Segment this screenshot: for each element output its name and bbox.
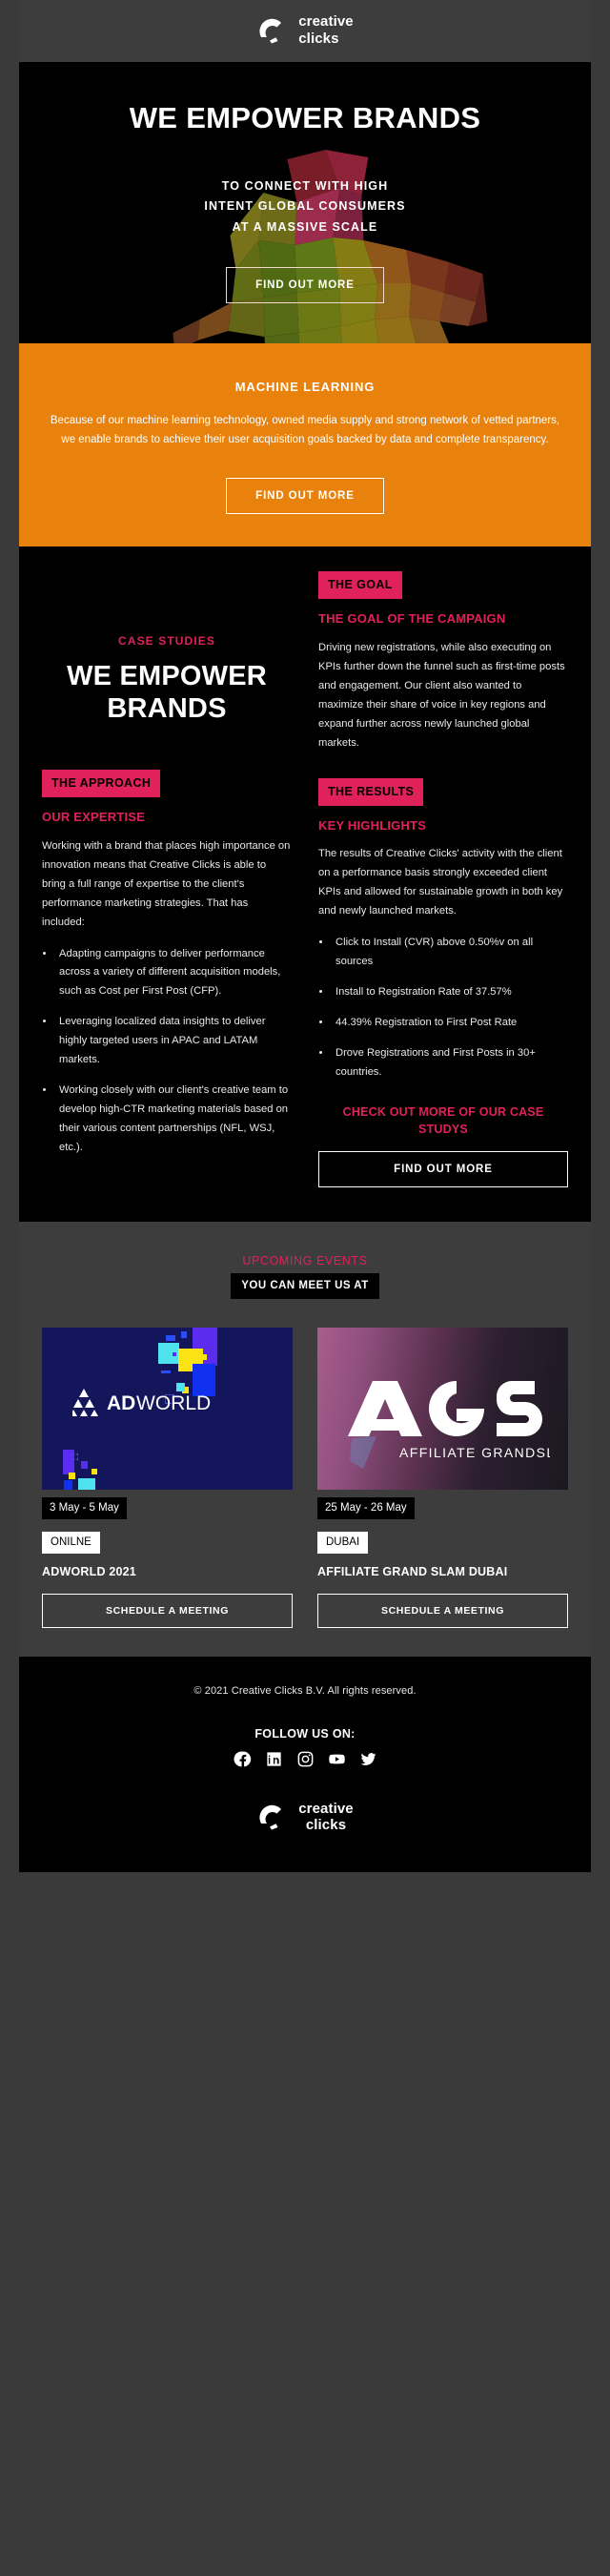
creative-clicks-arc-logo-icon [256, 1801, 289, 1833]
footer-copyright: © 2021 Creative Clicks B.V. All rights r… [193, 1684, 417, 1697]
twitter-icon[interactable] [359, 1750, 377, 1768]
brand-line1: creative [298, 13, 354, 30]
footer-logo-text: creative clicks [298, 1801, 354, 1834]
brand-line2: clicks [305, 1817, 347, 1834]
left-gap [42, 726, 292, 770]
event-title: AFFILIATE GRAND SLAM DUBAI [317, 1564, 508, 1578]
brand-line2: clicks [298, 30, 339, 47]
svg-text:AD: AD [107, 1392, 135, 1414]
goal-subtitle: THE GOAL OF THE CAMPAIGN [318, 611, 506, 627]
site-header: creative clicks [19, 0, 591, 63]
case-studies-left-column: CASE STUDIES WE EMPOWER BRANDS THE APPRO… [42, 571, 292, 1168]
case-studies-cta-wrap: FIND OUT MORE [318, 1138, 568, 1187]
left-column-spacer [42, 571, 292, 634]
approach-tag: THE APPROACH [42, 770, 161, 798]
event-title: ADWORLD 2021 [42, 1564, 136, 1578]
machine-learning-section: MACHINE LEARNING Because of our machine … [19, 343, 591, 547]
schedule-meeting-button-adworld[interactable]: SCHEDULE A MEETING [42, 1593, 293, 1628]
upcoming-events-section: UPCOMING EVENTS YOU CAN MEET US AT AD WO… [19, 1221, 591, 1657]
event-date-chip: 3 May - 5 May [42, 1496, 127, 1519]
adworld-banner-image: AD WORLD [42, 1327, 293, 1490]
events-kicker: UPCOMING EVENTS [242, 1253, 368, 1267]
list-item: Working closely with our client's creati… [55, 1082, 292, 1158]
hero-content: WE EMPOWER BRANDS TO CONNECT WITH HIGH I… [19, 100, 591, 304]
goal-tag: THE GOAL [318, 571, 402, 600]
list-item: 44.39% Registration to First Post Rate [332, 1014, 568, 1033]
hero-subtitle-line1: TO CONNECT WITH HIGH [221, 178, 389, 193]
list-item: Install to Registration Rate of 37.57% [332, 983, 568, 1002]
footer-logo[interactable]: creative clicks [38, 1801, 572, 1834]
youtube-icon[interactable] [328, 1750, 346, 1768]
goal-body: Driving new registrations, while also ex… [318, 641, 565, 749]
event-date-chip: 25 May - 26 May [317, 1496, 415, 1519]
hero-subtitle: TO CONNECT WITH HIGH INTENT GLOBAL CONSU… [19, 176, 591, 239]
event-location-chip: DUBAI [317, 1531, 369, 1554]
case-studies-heading: WE EMPOWER BRANDS [67, 661, 267, 725]
footer: © 2021 Creative Clicks B.V. All rights r… [19, 1656, 591, 1873]
case-studies-section: CASE STUDIES WE EMPOWER BRANDS THE APPRO… [19, 546, 591, 1222]
footer-follow-label: FOLLOW US ON: [254, 1726, 356, 1741]
svg-text:WORLD: WORLD [136, 1392, 211, 1414]
case-studies-grid: CASE STUDIES WE EMPOWER BRANDS THE APPRO… [42, 571, 568, 1187]
creative-clicks-arc-logo-icon [256, 14, 289, 47]
case-studies-kicker: CASE STUDIES [118, 634, 215, 649]
svg-text:AFFILIATE GRANDSLAM: AFFILIATE GRANDSLAM [399, 1445, 550, 1460]
events-cards: AD WORLD 3 May - 5 May ONILNE ADWORLD 20… [42, 1327, 568, 1628]
ags-banner-image: AFFILIATE GRANDSLAM [317, 1327, 568, 1490]
hero-subtitle-line2: INTENT GLOBAL CONSUMERS [204, 199, 406, 214]
brand-line1: creative [298, 1800, 354, 1817]
machine-learning-title: MACHINE LEARNING [234, 380, 376, 395]
event-card-adworld[interactable]: AD WORLD 3 May - 5 May ONILNE ADWORLD 20… [42, 1327, 293, 1628]
events-badge-wrap: YOU CAN MEET US AT [42, 1272, 568, 1299]
list-item: Click to Install (CVR) above 0.50%v on a… [332, 934, 568, 972]
hero-subtitle-line3: AT A MASSIVE SCALE [232, 220, 378, 235]
results-subtitle: KEY HIGHLIGHTS [318, 817, 427, 833]
email-frame: creative clicks WE EMPOWER BRANDS TO CON… [19, 0, 591, 1873]
list-item: Drove Registrations and First Posts in 3… [332, 1044, 568, 1082]
list-item: Adapting campaigns to deliver performanc… [55, 945, 292, 1002]
approach-bullets: Adapting campaigns to deliver performanc… [42, 945, 292, 1158]
machine-learning-find-out-more-button[interactable]: FIND OUT MORE [226, 478, 384, 515]
results-body: The results of Creative Clicks' activity… [318, 848, 563, 917]
hero-section: WE EMPOWER BRANDS TO CONNECT WITH HIGH I… [19, 62, 591, 344]
hero-title: WE EMPOWER BRANDS [129, 101, 481, 135]
event-location-chip: ONILNE [42, 1531, 100, 1554]
instagram-icon[interactable] [296, 1750, 315, 1768]
case-studies-right-column: THE GOAL THE GOAL OF THE CAMPAIGN Drivin… [318, 571, 568, 1187]
list-item: Leveraging localized data insights to de… [55, 1013, 292, 1070]
machine-learning-body: Because of our machine learning technolo… [50, 415, 560, 446]
linkedin-icon[interactable] [265, 1750, 283, 1768]
email-page: creative clicks WE EMPOWER BRANDS TO CON… [0, 0, 610, 2576]
events-badge: YOU CAN MEET US AT [231, 1272, 379, 1299]
schedule-meeting-button-ags[interactable]: SCHEDULE A MEETING [317, 1593, 568, 1628]
header-logo-text: creative clicks [298, 13, 354, 47]
facebook-icon[interactable] [233, 1750, 252, 1768]
case-studies-find-out-more-button[interactable]: FIND OUT MORE [318, 1150, 568, 1187]
footer-social-links [38, 1750, 572, 1768]
right-gap [318, 753, 568, 778]
case-studies-cta-text: CHECK OUT MORE OF OUR CASE STUDYS [342, 1104, 544, 1136]
hero-find-out-more-button[interactable]: FIND OUT MORE [226, 267, 384, 304]
event-card-ags[interactable]: AFFILIATE GRANDSLAM 25 May - 26 May DUBA… [317, 1327, 568, 1628]
approach-body: Working with a brand that places high im… [42, 839, 291, 928]
approach-subtitle: OUR EXPERTISE [42, 810, 146, 825]
results-bullets: Click to Install (CVR) above 0.50%v on a… [318, 934, 568, 1082]
results-tag: THE RESULTS [318, 777, 424, 806]
header-logo[interactable]: creative clicks [256, 13, 354, 47]
